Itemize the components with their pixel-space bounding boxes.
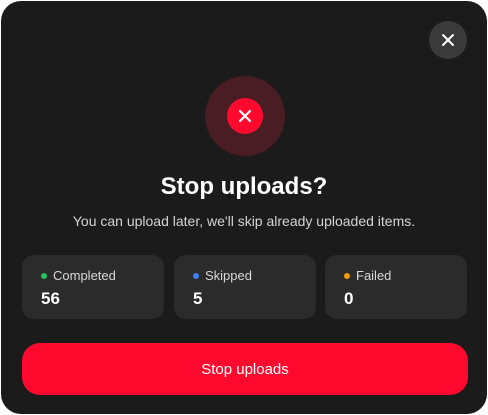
stat-label-row: Completed (41, 268, 116, 284)
stat-card-skipped: Skipped 5 (174, 255, 316, 319)
stat-value: 5 (193, 289, 203, 308)
completed-status-dot (41, 273, 47, 279)
dialog-title: Stop uploads? (160, 173, 328, 200)
failed-status-dot (344, 273, 350, 279)
skipped-status-dot (193, 273, 199, 279)
stat-label-row: Skipped (193, 268, 252, 284)
close-button[interactable] (429, 21, 467, 59)
stat-card-failed: Failed 0 (325, 255, 467, 319)
stat-card-completed: Completed 56 (22, 255, 164, 319)
stat-label: Skipped (205, 268, 252, 283)
error-icon-badge (227, 98, 263, 134)
error-icon-halo (205, 76, 285, 156)
stop-uploads-button[interactable]: Stop uploads (22, 343, 468, 395)
stop-uploads-dialog: Stop uploads? You can upload later, we'l… (1, 1, 487, 414)
stat-label: Completed (53, 268, 116, 283)
error-x-icon (238, 109, 252, 123)
stat-value: 0 (344, 289, 354, 308)
close-icon (442, 34, 454, 46)
dialog-subtitle: You can upload later, we'll skip already… (72, 213, 416, 229)
stat-value: 56 (41, 289, 60, 308)
stat-label-row: Failed (344, 268, 391, 284)
stat-label: Failed (356, 268, 392, 283)
